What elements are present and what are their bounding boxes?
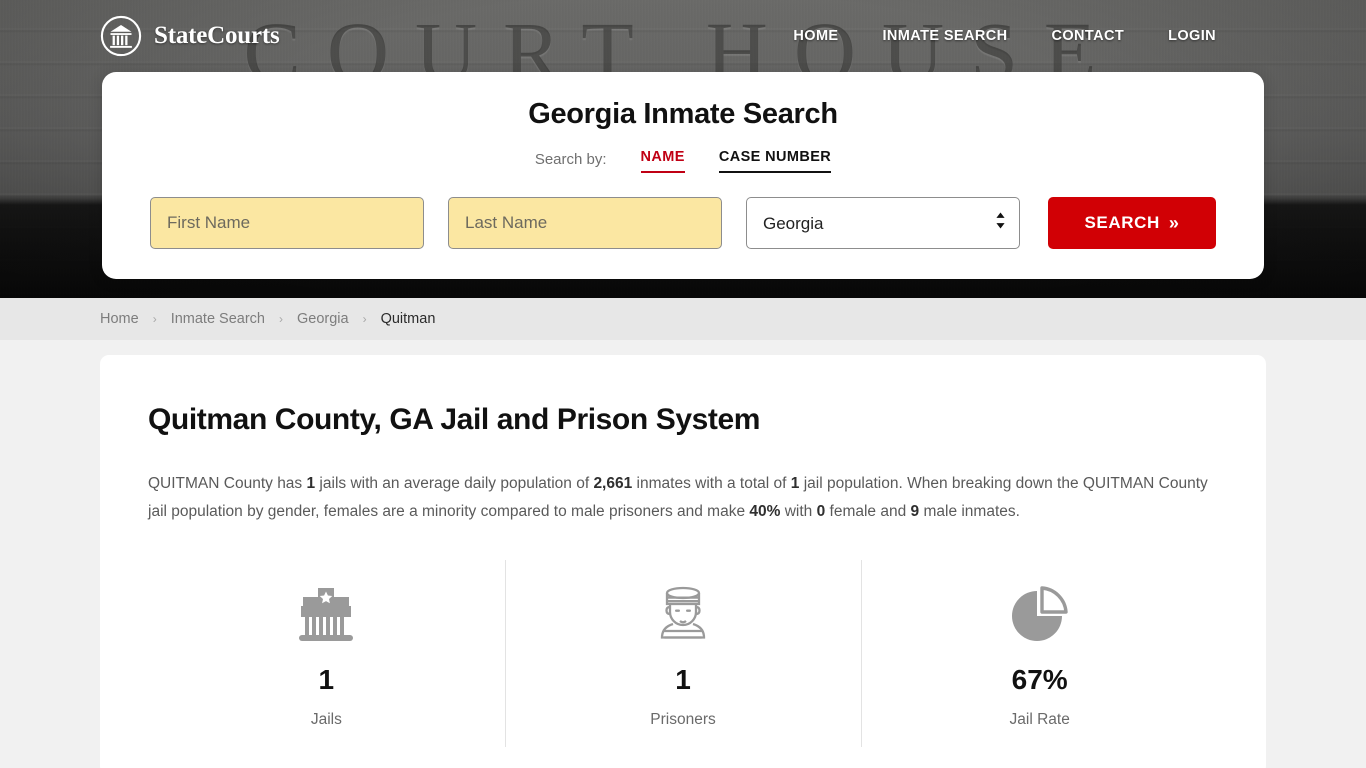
stat-jail-rate: 67% Jail Rate [861,560,1218,755]
intro-highlight: 1 [306,475,316,492]
breadcrumb-item-georgia[interactable]: Georgia [297,311,349,327]
stat-jail-rate-value: 67% [1011,664,1068,695]
brand-logo-link[interactable]: StateCourts [100,15,280,57]
intro-highlight: 2,661 [593,475,633,492]
breadcrumb-separator-icon: › [362,312,367,326]
search-button[interactable]: SEARCH » [1048,197,1216,249]
intro-highlight: 9 [910,503,920,520]
intro-text: with [780,503,817,520]
nav-item-home[interactable]: HOME [793,28,838,44]
breadcrumb-bar: Home › Inmate Search › Georgia › Quitman [0,298,1366,340]
intro-text: male inmates. [919,503,1020,520]
stat-prisoners-label: Prisoners [650,711,716,728]
main-navigation: HOME INMATE SEARCH CONTACT LOGIN [793,28,1216,44]
search-fields-row: Georgia SEARCH » [150,197,1216,249]
stat-prisoners-value: 1 [675,664,691,695]
double-chevron-right-icon: » [1168,213,1180,233]
search-panel-title: Georgia Inmate Search [528,98,838,130]
breadcrumb-separator-icon: › [279,312,283,326]
jail-building-icon [158,578,495,650]
state-select[interactable]: Georgia [746,197,1020,249]
top-bar: StateCourts HOME INMATE SEARCH CONTACT L… [0,0,1366,72]
page-title: Quitman County, GA Jail and Prison Syste… [148,403,761,436]
inmate-search-panel: Georgia Inmate Search Search by: NAME CA… [102,72,1264,279]
stat-jail-rate-label: Jail Rate [1009,711,1070,728]
breadcrumb-item-home[interactable]: Home [100,311,139,327]
statistics-row: 1 Jails 1 Prisoners 67% Jail Rate [148,560,1218,755]
tab-search-by-name[interactable]: NAME [640,149,685,173]
pie-chart-icon [871,578,1208,650]
stat-jails-value: 1 [318,664,335,695]
search-by-label: Search by: [534,151,607,168]
breadcrumb-separator-icon: › [152,312,157,326]
nav-item-login[interactable]: LOGIN [1168,28,1216,44]
content-area: Quitman County, GA Jail and Prison Syste… [0,340,1366,768]
prisoner-icon [515,578,852,650]
search-by-row: Search by: NAME CASE NUMBER [150,149,1216,173]
nav-item-inmate-search[interactable]: INMATE SEARCH [883,28,1008,44]
search-button-label: SEARCH [1084,213,1160,232]
breadcrumb-item-quitman: Quitman [380,311,436,327]
stat-jails-label: Jails [310,711,342,728]
intro-text: jails with an average daily population o… [315,475,594,492]
nav-item-contact[interactable]: CONTACT [1051,28,1124,44]
county-intro-paragraph: QUITMAN County has 1 jails with an avera… [148,470,1212,526]
breadcrumb-item-inmate-search[interactable]: Inmate Search [171,311,265,327]
intro-highlight: 40% [749,503,781,520]
intro-text: female and [825,503,911,520]
last-name-input[interactable] [448,197,722,249]
stat-prisoners: 1 Prisoners [504,560,862,755]
intro-text: inmates with a total of [632,475,791,492]
brand-name: StateCourts [154,22,280,49]
state-select-wrapper: Georgia [746,197,1020,249]
courthouse-circle-icon [100,15,142,57]
county-overview-card: Quitman County, GA Jail and Prison Syste… [100,355,1266,768]
breadcrumb: Home › Inmate Search › Georgia › Quitman [100,311,435,327]
tab-search-by-case-number[interactable]: CASE NUMBER [718,149,832,173]
stat-jails: 1 Jails [148,560,505,755]
intro-text: QUITMAN County has [148,475,307,492]
intro-highlight: 0 [816,503,826,520]
hero-banner: COURT HOUSE StateCourts HOME INMATE SEA [0,0,1366,298]
first-name-input[interactable] [150,197,424,249]
